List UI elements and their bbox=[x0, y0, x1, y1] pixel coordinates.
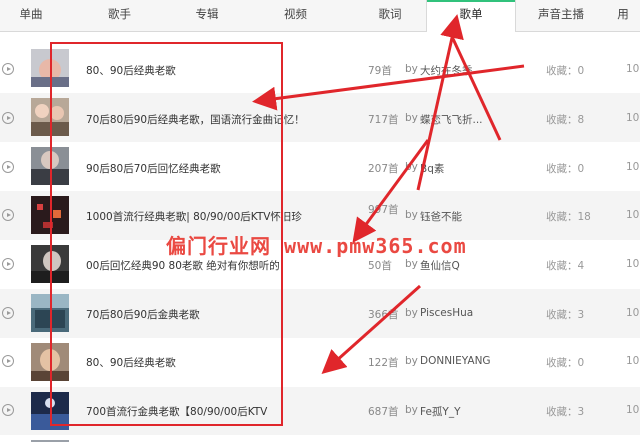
song-count: 79首 bbox=[368, 65, 392, 77]
tab-label: 声音主播 bbox=[538, 7, 584, 21]
play-circle-icon[interactable] bbox=[2, 63, 14, 75]
by-label: by bbox=[405, 307, 418, 319]
tab-label: 歌单 bbox=[459, 7, 483, 21]
tab-label: 单曲 bbox=[19, 7, 43, 21]
song-count: 50首 bbox=[368, 260, 392, 272]
tab-voice-host[interactable]: 声音主播 bbox=[516, 0, 606, 31]
tab-label: 歌词 bbox=[378, 7, 402, 21]
play-count-partial: 10 bbox=[626, 63, 640, 75]
tab-user[interactable]: 用 bbox=[606, 0, 640, 31]
tab-playlist[interactable]: 歌单 bbox=[426, 0, 516, 32]
by-label: by bbox=[405, 258, 418, 270]
list-item[interactable]: 80、90后经典老歌 79首 by 大约在冬季 收藏：0 10 bbox=[0, 44, 640, 93]
active-tab-indicator bbox=[427, 0, 515, 2]
play-count-partial: 10 bbox=[626, 161, 640, 173]
play-count-partial: 10 bbox=[626, 404, 640, 416]
favorite-count: 收藏：0 bbox=[546, 65, 585, 77]
list-item[interactable]: 70后80后90后经典老歌，国语流行金曲记忆！ 717首 by 蝶恋飞飞折...… bbox=[0, 93, 640, 142]
play-count-partial: 10 bbox=[626, 112, 640, 124]
play-circle-icon[interactable] bbox=[2, 161, 14, 173]
playlist-name[interactable]: 90后80后70后回忆经典老歌 bbox=[86, 161, 221, 176]
playlist-author[interactable]: 蝶恋飞飞折... bbox=[420, 112, 483, 127]
favorite-count: 收藏：0 bbox=[546, 357, 585, 369]
playlist-author[interactable]: DONNIEYANG bbox=[420, 355, 491, 367]
playlist-name[interactable]: 80、90后经典老歌 bbox=[86, 63, 176, 78]
playlist-author[interactable]: Bq素 bbox=[420, 161, 444, 176]
song-count: 366首 bbox=[368, 309, 399, 321]
favorite-count: 收藏：18 bbox=[546, 211, 591, 223]
playlist-name[interactable]: 70后80后90后金典老歌 bbox=[86, 307, 200, 322]
list-item[interactable]: 70后80后90后金典老歌 366首 by PiscesHua 收藏：3 10 bbox=[0, 289, 640, 338]
playlist-name[interactable]: 80、90后经典老歌 bbox=[86, 355, 176, 370]
tab-label: 视频 bbox=[284, 7, 307, 21]
search-type-tabs: 单曲 歌手 专辑 视频 歌词 歌单 声音主播 用 bbox=[0, 0, 640, 32]
playlist-author[interactable]: PiscesHua bbox=[420, 307, 473, 319]
song-count: 997首 bbox=[368, 204, 399, 216]
tab-label: 用 bbox=[617, 7, 629, 21]
watermark-text: 偏门行业网 www.pmw365.com bbox=[166, 234, 467, 258]
play-circle-icon[interactable] bbox=[2, 307, 14, 319]
by-label: by bbox=[405, 355, 418, 367]
playlist-author[interactable]: 大约在冬季 bbox=[420, 63, 473, 78]
play-circle-icon[interactable] bbox=[2, 112, 14, 124]
playlist-cover[interactable] bbox=[31, 294, 69, 332]
tab-single[interactable]: 单曲 bbox=[0, 0, 62, 31]
play-circle-icon[interactable] bbox=[2, 404, 14, 416]
playlist-cover[interactable] bbox=[31, 343, 69, 381]
play-count-partial: 10 bbox=[626, 307, 640, 319]
list-item[interactable]: 700首流行金典老歌【80/90/00后KTV 687首 by Fe孤Y_Y 收… bbox=[0, 387, 640, 435]
playlist-cover[interactable] bbox=[31, 196, 69, 234]
list-item[interactable]: 80、90后经典老歌 122首 by DONNIEYANG 收藏：0 10 bbox=[0, 338, 640, 387]
playlist-name[interactable]: 70后80后90后经典老歌，国语流行金曲记忆！ bbox=[86, 112, 305, 127]
playlist-cover[interactable] bbox=[31, 147, 69, 185]
song-count: 717首 bbox=[368, 114, 399, 126]
tab-album[interactable]: 专辑 bbox=[177, 0, 237, 31]
by-label: by bbox=[405, 112, 418, 124]
song-count: 687首 bbox=[368, 406, 399, 418]
playlist-cover[interactable] bbox=[31, 49, 69, 87]
playlist-cover[interactable] bbox=[31, 245, 69, 283]
play-circle-icon[interactable] bbox=[2, 355, 14, 367]
tab-singer[interactable]: 歌手 bbox=[62, 0, 177, 31]
tab-lyrics[interactable]: 歌词 bbox=[354, 0, 426, 31]
tab-label: 专辑 bbox=[195, 7, 219, 21]
favorite-count: 收藏：3 bbox=[546, 309, 585, 321]
favorite-count: 收藏：4 bbox=[546, 260, 585, 272]
playlist-cover[interactable] bbox=[31, 392, 69, 430]
by-label: by bbox=[405, 209, 418, 221]
by-label: by bbox=[405, 404, 418, 416]
list-item-partial bbox=[0, 435, 640, 442]
playlist-author[interactable]: 鱼仙信Q bbox=[420, 258, 460, 273]
favorite-count: 收藏：8 bbox=[546, 114, 585, 126]
tab-video[interactable]: 视频 bbox=[237, 0, 354, 31]
by-label: by bbox=[405, 63, 418, 75]
song-count: 207首 bbox=[368, 163, 399, 175]
tab-label: 歌手 bbox=[108, 7, 131, 21]
playlist-cover[interactable] bbox=[31, 98, 69, 136]
playlist-author[interactable]: 钰爸不能 bbox=[420, 209, 462, 224]
play-circle-icon[interactable] bbox=[2, 258, 14, 270]
play-count-partial: 10 bbox=[626, 209, 640, 221]
song-count: 122首 bbox=[368, 357, 399, 369]
by-label: by bbox=[405, 161, 418, 173]
play-count-partial: 10 bbox=[626, 355, 640, 367]
playlist-author[interactable]: Fe孤Y_Y bbox=[420, 404, 461, 419]
playlist-name[interactable]: 00后回忆经典90 80老歌 绝对有你想听的 bbox=[86, 258, 280, 273]
favorite-count: 收藏：0 bbox=[546, 163, 585, 175]
play-count-partial: 10 bbox=[626, 258, 640, 270]
favorite-count: 收藏：3 bbox=[546, 406, 585, 418]
play-circle-icon[interactable] bbox=[2, 209, 14, 221]
list-item[interactable]: 90后80后70后回忆经典老歌 207首 by Bq素 收藏：0 10 bbox=[0, 142, 640, 191]
playlist-name[interactable]: 1000首流行经典老歌| 80/90/00后KTV怀旧珍 bbox=[86, 209, 302, 224]
playlist-name[interactable]: 700首流行金典老歌【80/90/00后KTV bbox=[86, 404, 267, 419]
